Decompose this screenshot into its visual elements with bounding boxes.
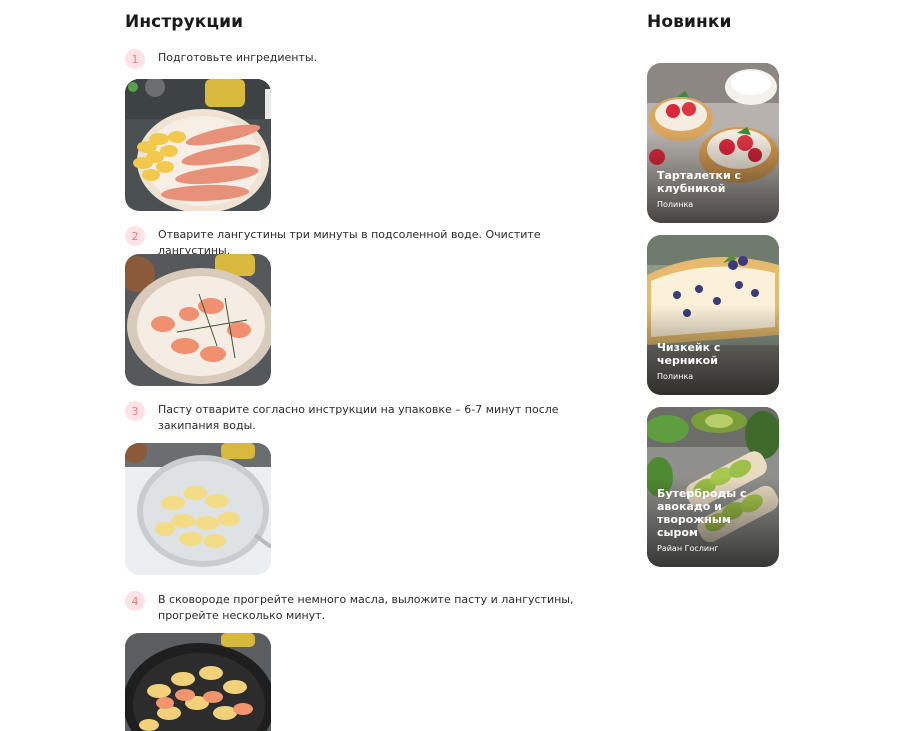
step-photo-langoustines (125, 254, 271, 386)
step-number-badge: 4 (125, 591, 145, 611)
step-number-badge: 1 (125, 49, 145, 69)
instruction-step: 4 В сковороде прогрейте немного масла, в… (125, 591, 605, 624)
instructions-title: Инструкции (125, 12, 244, 32)
step-number-badge: 2 (125, 226, 145, 246)
step-photo-strainer (125, 443, 271, 575)
instruction-step: 1 Подготовьте ингредиенты. (125, 49, 605, 69)
recipe-card-author: Полинка (657, 372, 694, 381)
step-text: Пасту отварите согласно инструкции на уп… (158, 403, 559, 432)
recipe-card-title: Тарталетки с клубникой (657, 169, 742, 195)
recipe-card-author: Полинка (657, 200, 694, 209)
recipe-card-title: Бутерброды с авокадо и творожным сыром (657, 487, 747, 539)
recipe-card[interactable]: Бутерброды с авокадо и творожным сыром Р… (647, 407, 779, 567)
recipe-card[interactable]: Тарталетки с клубникой Полинка (647, 63, 779, 223)
recipe-card-author: Райан Гослинг (657, 544, 719, 553)
instruction-step: 3 Пасту отварите согласно инструкции на … (125, 401, 605, 434)
step-photo-ingredients (125, 79, 271, 211)
new-recipes-title: Новинки (647, 12, 732, 32)
recipe-card-title: Чизкейк с черникой (657, 341, 721, 367)
step-text: В сковороде прогрейте немного масла, выл… (158, 593, 574, 622)
step-photo-pan (125, 633, 271, 731)
step-number-badge: 3 (125, 401, 145, 421)
recipe-card[interactable]: Чизкейк с черникой Полинка (647, 235, 779, 395)
step-text: Подготовьте ингредиенты. (158, 51, 318, 64)
